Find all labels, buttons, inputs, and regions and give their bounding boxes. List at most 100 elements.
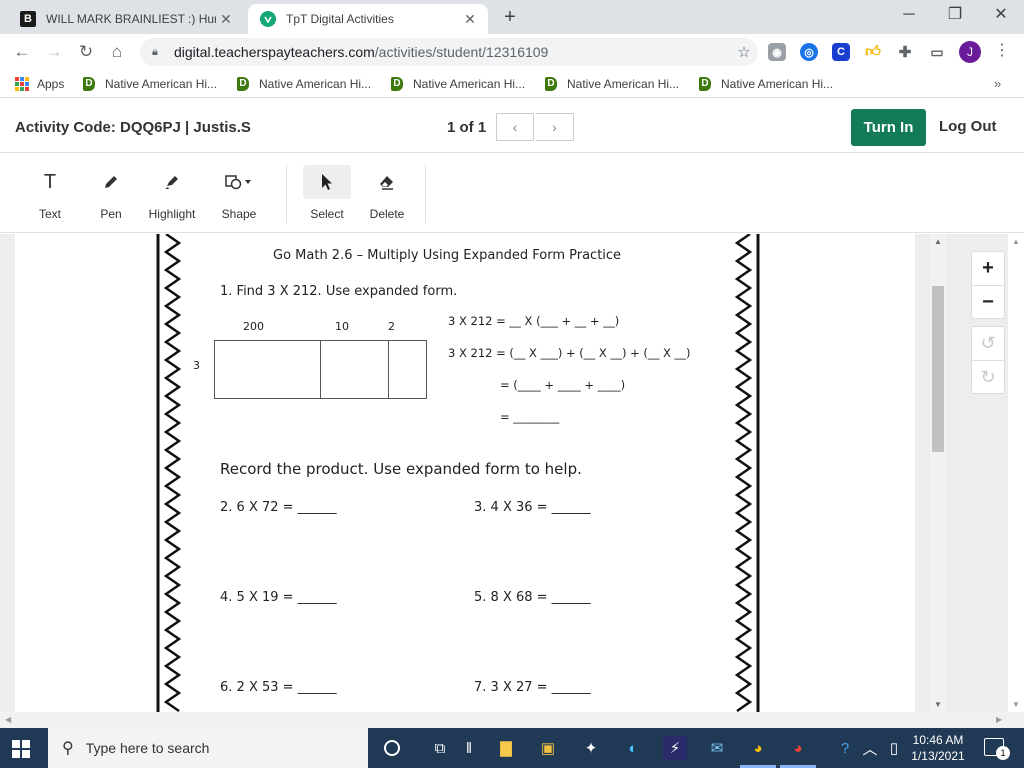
minimize-icon[interactable]: ─ bbox=[886, 0, 932, 34]
zoom-out-button[interactable]: − bbox=[972, 285, 1004, 318]
c-extension-icon[interactable]: C bbox=[832, 43, 850, 61]
search-placeholder: Type here to search bbox=[85, 740, 210, 756]
equation-line: 3 X 212 = __ X (___ + __ + __) bbox=[448, 314, 620, 328]
worksheet-title: Go Math 2.6 – Multiply Using Expanded Fo… bbox=[273, 248, 622, 263]
thumbs-up-icon[interactable]: 👍︎ bbox=[864, 43, 882, 61]
store-icon[interactable]: ▣ bbox=[536, 736, 560, 760]
close-tab-icon[interactable]: ✕ bbox=[460, 11, 480, 28]
close-tab-icon[interactable]: ✕ bbox=[216, 11, 236, 28]
problem-item: 6. 2 X 53 = ______ bbox=[220, 680, 337, 695]
scroll-up-icon[interactable]: ▲ bbox=[930, 237, 946, 246]
file-explorer-icon[interactable]: ▇ bbox=[494, 736, 518, 760]
grid-divider bbox=[388, 341, 389, 398]
turn-in-button[interactable]: Turn In bbox=[851, 109, 926, 146]
d-favicon-icon: D bbox=[545, 77, 557, 91]
chrome-icon[interactable]: ◕ bbox=[786, 736, 810, 760]
dropbox-icon[interactable]: ✦ bbox=[579, 736, 603, 760]
tool-label: Select bbox=[310, 207, 344, 221]
reload-icon[interactable]: ↻ bbox=[74, 40, 98, 64]
problem-item: 7. 3 X 27 = ______ bbox=[474, 680, 591, 695]
task-view-icon[interactable]: ⧉ bbox=[428, 736, 452, 760]
scroll-right-icon[interactable]: ▶ bbox=[996, 715, 1002, 724]
bookmark-apps[interactable]: Apps bbox=[15, 75, 64, 93]
grid-row-label: 3 bbox=[193, 359, 200, 372]
home-icon[interactable]: ⌂ bbox=[105, 40, 129, 64]
shield-icon[interactable]: ◎ bbox=[800, 43, 818, 61]
tool-select[interactable]: Select bbox=[299, 165, 355, 225]
zoom-controls: + − bbox=[971, 251, 1005, 319]
network-icon[interactable]: ▯ bbox=[882, 736, 906, 760]
taskbar-clock[interactable]: 10:46 AM 1/13/2021 bbox=[905, 732, 971, 764]
clock-time: 10:46 AM bbox=[912, 733, 964, 747]
scroll-down-icon[interactable]: ▼ bbox=[1008, 700, 1024, 709]
log-out-button[interactable]: Log Out bbox=[939, 118, 996, 135]
zigzag-border-left bbox=[156, 234, 182, 712]
forward-icon[interactable]: → bbox=[42, 40, 66, 64]
restore-icon[interactable]: ❐ bbox=[932, 0, 978, 34]
page-scrollbar[interactable]: ▲ ▼ bbox=[1008, 234, 1024, 712]
url-text: digital.teacherspayteachers.com/activiti… bbox=[174, 44, 730, 60]
worksheet-page[interactable]: Go Math 2.6 – Multiply Using Expanded Fo… bbox=[15, 234, 915, 712]
horizontal-scrollbar[interactable]: ◀ ▶ bbox=[0, 712, 1024, 728]
scroll-up-icon[interactable]: ▲ bbox=[1008, 237, 1024, 246]
prev-page-button[interactable]: ‹ bbox=[496, 113, 534, 141]
edge-icon[interactable]: ◐ bbox=[621, 736, 645, 760]
bookmark-item[interactable]: D Native American Hi... bbox=[237, 75, 371, 93]
pen-icon bbox=[83, 165, 139, 199]
undo-icon[interactable]: ↺ bbox=[972, 327, 1004, 360]
cast-icon[interactable]: ▭ bbox=[928, 43, 946, 61]
tool-shape[interactable]: Shape bbox=[211, 165, 267, 225]
scrollbar-thumb[interactable] bbox=[932, 286, 944, 452]
tool-label: Highlight bbox=[148, 207, 196, 221]
close-window-icon[interactable]: ✕ bbox=[978, 0, 1024, 34]
chrome-profile-icon[interactable]: ◕ bbox=[746, 736, 770, 760]
mail-icon[interactable]: ✉ bbox=[705, 736, 729, 760]
d-favicon-icon: D bbox=[83, 77, 95, 91]
document-canvas[interactable]: Go Math 2.6 – Multiply Using Expanded Fo… bbox=[0, 234, 1024, 712]
document-scrollbar[interactable]: ▲ ▼ bbox=[930, 234, 946, 712]
shape-icon bbox=[211, 165, 267, 199]
bookmark-item[interactable]: D Native American Hi... bbox=[699, 75, 833, 93]
divider-icon: ‖ bbox=[465, 739, 473, 757]
scroll-left-icon[interactable]: ◀ bbox=[5, 715, 11, 724]
puzzle-icon[interactable]: ✚ bbox=[896, 43, 914, 61]
windows-taskbar: ⚲ Type here to search ⧉ ‖ ▇ ▣ ✦ ◐ ⚡︎ ✉ ◕… bbox=[0, 728, 1024, 768]
tab-tpt[interactable]: TpT Digital Activities ✕ bbox=[248, 4, 488, 34]
toolbar-divider bbox=[425, 165, 426, 223]
url-host: digital.teacherspayteachers.com bbox=[174, 44, 375, 60]
back-icon[interactable]: ← bbox=[10, 40, 34, 64]
windows-start-icon[interactable] bbox=[12, 740, 30, 758]
tab-brainly[interactable]: B WILL MARK BRAINLIEST :) Human ✕ bbox=[8, 4, 244, 34]
tool-highlight[interactable]: Highlight bbox=[144, 165, 200, 225]
tool-pen[interactable]: Pen bbox=[83, 165, 139, 225]
tool-text[interactable]: T Text bbox=[22, 165, 78, 225]
bookmarks-bar: Apps D Native American Hi... D Native Amer… bbox=[0, 70, 1024, 98]
browser-tab-strip: B WILL MARK BRAINLIEST :) Human ✕ TpT Di… bbox=[0, 0, 1024, 34]
scroll-down-icon[interactable]: ▼ bbox=[930, 700, 946, 709]
chrome-menu-icon[interactable]: ⋮ bbox=[994, 40, 1010, 60]
incognito-icon[interactable]: ◉ bbox=[768, 43, 786, 61]
cortana-icon[interactable] bbox=[380, 736, 404, 760]
help-icon[interactable]: ? bbox=[833, 736, 857, 760]
new-tab-button[interactable]: + bbox=[498, 6, 522, 30]
bookmark-item[interactable]: D Native American Hi... bbox=[545, 75, 679, 93]
grid-divider bbox=[320, 341, 321, 398]
taskbar-search[interactable]: ⚲ Type here to search bbox=[48, 728, 368, 768]
chevron-left-icon: ‹ bbox=[512, 119, 518, 135]
bookmark-star-icon[interactable]: ☆ bbox=[730, 43, 758, 61]
next-page-button[interactable]: › bbox=[536, 113, 574, 141]
equation-line: = (____ + ____ + ____) bbox=[500, 378, 626, 392]
bookmarks-overflow-icon[interactable]: » bbox=[994, 76, 1001, 91]
redo-icon[interactable]: ↻ bbox=[972, 360, 1004, 393]
address-bar[interactable]: 🔒︎ digital.teacherspayteachers.com/activ… bbox=[140, 38, 758, 66]
show-hidden-icons[interactable]: ︿ bbox=[858, 736, 882, 760]
zoom-in-button[interactable]: + bbox=[972, 252, 1004, 285]
bookmark-item[interactable]: D Native American Hi... bbox=[83, 75, 217, 93]
search-icon: ⚲ bbox=[62, 740, 74, 757]
d-favicon-icon: D bbox=[237, 77, 249, 91]
tab-title: TpT Digital Activities bbox=[286, 12, 394, 26]
profile-avatar[interactable]: J bbox=[959, 41, 981, 63]
app-icon[interactable]: ⚡︎ bbox=[663, 736, 687, 760]
tool-delete[interactable]: Delete bbox=[359, 165, 415, 225]
bookmark-item[interactable]: D Native American Hi... bbox=[391, 75, 525, 93]
